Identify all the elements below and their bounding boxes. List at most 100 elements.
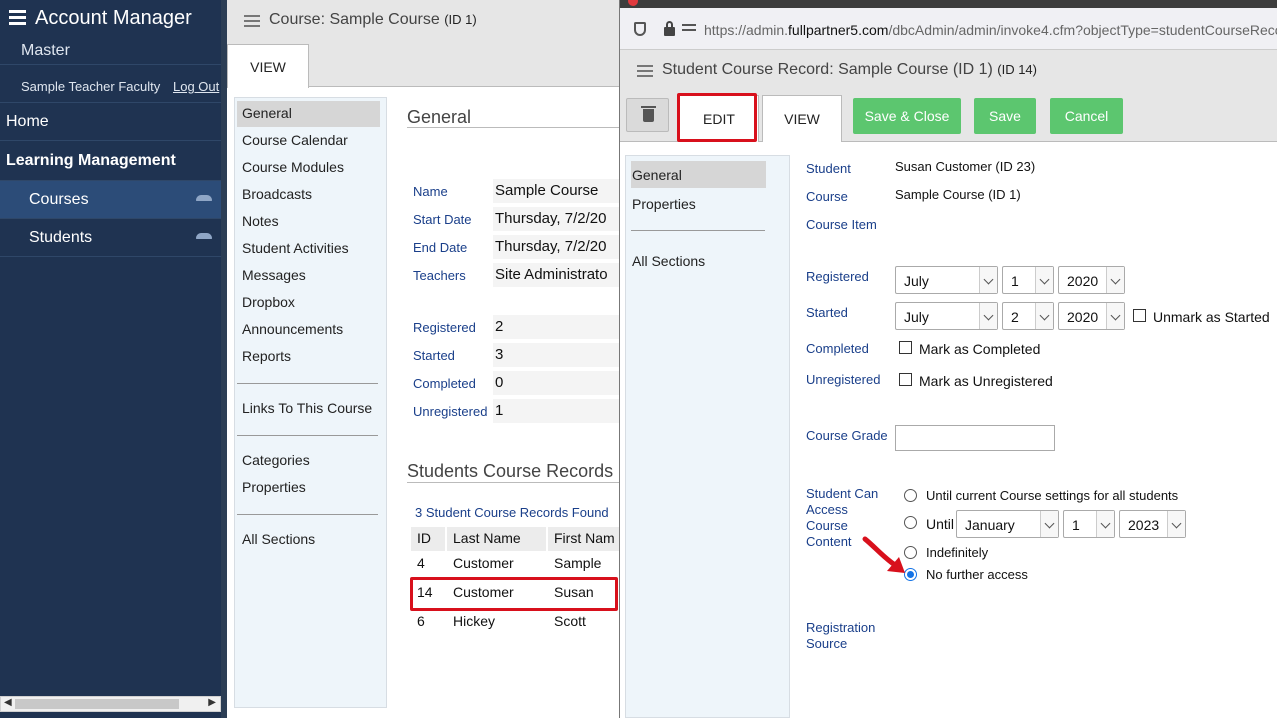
nav-item-courses[interactable]: Courses xyxy=(0,181,221,219)
mark-completed-checkbox[interactable] xyxy=(899,341,912,354)
sidenav-general[interactable]: General xyxy=(632,167,682,183)
sidenav-dropbox[interactable]: Dropbox xyxy=(242,294,295,310)
logout-link[interactable]: Log Out xyxy=(173,79,219,94)
until-year-select[interactable]: 2023 xyxy=(1119,510,1186,538)
unmark-started-label[interactable]: Unmark as Started xyxy=(1153,309,1270,325)
radio-until-current[interactable] xyxy=(904,489,917,502)
table-header-first-name[interactable]: First Nam xyxy=(548,527,622,551)
account-subtitle: Master xyxy=(21,42,70,59)
registered-year-select[interactable]: 2020 xyxy=(1058,266,1125,294)
record-sidenav: General Properties All Sections xyxy=(625,155,790,718)
delete-button[interactable] xyxy=(626,98,669,132)
registered-month-select[interactable]: July xyxy=(895,266,998,294)
radio-indefinitely-label[interactable]: Indefinitely xyxy=(926,545,988,560)
radio-no-further-access-label[interactable]: No further access xyxy=(926,567,1028,582)
select-value: 2020 xyxy=(1067,309,1099,325)
mark-completed-label[interactable]: Mark as Completed xyxy=(919,341,1040,357)
menu-icon[interactable] xyxy=(244,15,260,30)
menu-icon[interactable] xyxy=(9,10,26,28)
table-cell-id[interactable]: 6 xyxy=(411,610,445,634)
mark-unregistered-label[interactable]: Mark as Unregistered xyxy=(919,373,1053,389)
chevron-down-icon xyxy=(1035,267,1053,293)
started-month-select[interactable]: July xyxy=(895,302,998,330)
label-registration-source: Registration Source xyxy=(806,620,875,652)
nav-item-home[interactable]: Home xyxy=(0,103,221,141)
sidenav-all-sections[interactable]: All Sections xyxy=(242,531,315,547)
started-year-select[interactable]: 2020 xyxy=(1058,302,1125,330)
nav-item-students[interactable]: Students xyxy=(0,219,221,257)
menu-icon[interactable] xyxy=(637,65,653,80)
permissions-icon[interactable] xyxy=(682,24,696,36)
nav-item-label: Home xyxy=(6,113,49,130)
sidenav-broadcasts[interactable]: Broadcasts xyxy=(242,186,312,202)
expand-icon[interactable] xyxy=(196,233,212,239)
radio-until[interactable] xyxy=(904,516,917,529)
divider xyxy=(237,435,378,436)
url-path: /dbcAdmin/admin/invoke4.cfm?objectType=s… xyxy=(888,22,1277,38)
table-cell-first-name[interactable]: Scott xyxy=(548,610,622,634)
sidenav-course-calendar[interactable]: Course Calendar xyxy=(242,132,348,148)
close-window-icon[interactable] xyxy=(628,0,638,6)
radio-until-label[interactable]: Until xyxy=(926,516,954,532)
divider xyxy=(0,64,221,65)
nav-item-label: Students xyxy=(29,229,93,246)
divider xyxy=(237,514,378,515)
scrollbar-thumb[interactable] xyxy=(15,699,179,709)
count-label-unregistered: Unregistered xyxy=(413,404,488,419)
table-cell-last-name[interactable]: Hickey xyxy=(447,610,546,634)
cancel-button[interactable]: Cancel xyxy=(1050,98,1123,134)
table-cell-last-name[interactable]: Customer xyxy=(447,552,546,576)
save-close-button[interactable]: Save & Close xyxy=(853,98,961,134)
tab-view[interactable]: VIEW xyxy=(762,95,842,142)
unmark-started-checkbox[interactable] xyxy=(1133,309,1146,322)
started-day-select[interactable]: 2 xyxy=(1002,302,1054,330)
sidenav-properties[interactable]: Properties xyxy=(242,479,306,495)
records-found-count: 3 Student Course Records Found xyxy=(415,505,609,520)
sidenav-categories[interactable]: Categories xyxy=(242,452,310,468)
count-label-completed: Completed xyxy=(413,376,476,391)
expand-icon[interactable] xyxy=(196,195,212,201)
sidenav-all-sections[interactable]: All Sections xyxy=(632,253,705,269)
until-month-select[interactable]: January xyxy=(956,510,1059,538)
table-header-id[interactable]: ID xyxy=(411,527,445,551)
chevron-down-icon xyxy=(979,267,997,293)
course-title-id: (ID 1) xyxy=(444,12,477,27)
sidenav-properties[interactable]: Properties xyxy=(632,196,696,212)
trash-icon xyxy=(641,106,656,122)
course-grade-input[interactable] xyxy=(895,425,1055,451)
count-value-unregistered: 1 xyxy=(493,399,622,423)
edit-highlight-annotation xyxy=(677,93,757,142)
horizontal-scrollbar[interactable]: ◀ ▶ xyxy=(0,696,221,712)
window-titlebar xyxy=(620,0,1277,8)
nav-item-label: Learning Management xyxy=(6,152,176,169)
shield-icon[interactable] xyxy=(634,22,646,36)
course-header: Course: Sample Course (ID 1) xyxy=(227,0,622,42)
until-day-select[interactable]: 1 xyxy=(1063,510,1115,538)
table-cell-id[interactable]: 4 xyxy=(411,552,445,576)
sidenav-notes[interactable]: Notes xyxy=(242,213,279,229)
sidenav-course-modules[interactable]: Course Modules xyxy=(242,159,344,175)
sidenav-reports[interactable]: Reports xyxy=(242,348,291,364)
scroll-right-icon[interactable]: ▶ xyxy=(208,697,216,708)
field-label-start-date: Start Date xyxy=(413,212,472,227)
scroll-left-icon[interactable]: ◀ xyxy=(4,697,12,708)
course-panel: Course: Sample Course (ID 1) VIEW Genera… xyxy=(227,0,622,718)
select-value: 2020 xyxy=(1067,273,1099,289)
radio-until-current-label[interactable]: Until current Course settings for all st… xyxy=(926,488,1178,503)
table-header-last-name[interactable]: Last Name xyxy=(447,527,546,551)
url-text[interactable]: https://admin.fullpartner5.com/dbcAdmin/… xyxy=(704,22,1277,38)
tab-view[interactable]: VIEW xyxy=(227,44,309,88)
mark-unregistered-checkbox[interactable] xyxy=(899,373,912,386)
sidenav-general[interactable]: General xyxy=(242,105,292,121)
count-value-started: 3 xyxy=(493,343,622,367)
sidenav-messages[interactable]: Messages xyxy=(242,267,306,283)
sidenav-student-activities[interactable]: Student Activities xyxy=(242,240,349,256)
lock-icon[interactable] xyxy=(664,21,675,36)
registered-day-select[interactable]: 1 xyxy=(1002,266,1054,294)
table-cell-first-name[interactable]: Sample xyxy=(548,552,622,576)
sidenav-links-to-course[interactable]: Links To This Course xyxy=(242,400,372,416)
sidenav-announcements[interactable]: Announcements xyxy=(242,321,343,337)
address-bar[interactable]: https://admin.fullpartner5.com/dbcAdmin/… xyxy=(620,8,1277,50)
nav-section-learning-management[interactable]: Learning Management xyxy=(0,141,221,181)
save-button[interactable]: Save xyxy=(974,98,1036,134)
